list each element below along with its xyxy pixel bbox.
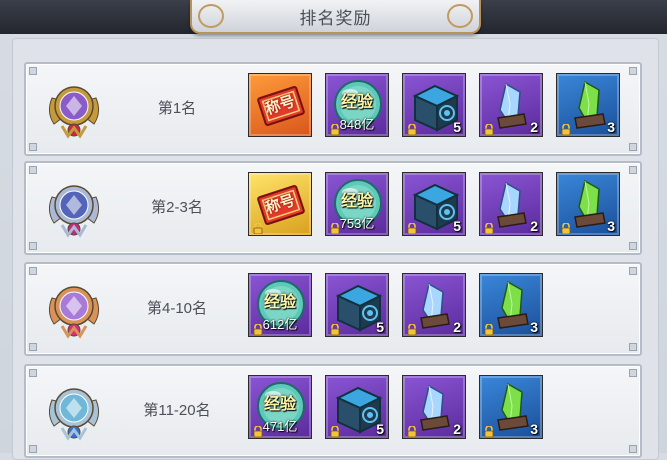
title-token-item[interactable]: 称号 bbox=[248, 172, 312, 236]
corner-rivet bbox=[29, 343, 37, 351]
chest-item[interactable]: 5 bbox=[325, 375, 389, 439]
exp-orb-item[interactable]: 经验 612亿 bbox=[248, 273, 312, 337]
medal-purple-gold-icon bbox=[44, 78, 104, 140]
lock-icon bbox=[407, 322, 417, 336]
corner-rivet bbox=[629, 67, 637, 75]
lock-icon bbox=[484, 322, 494, 336]
reward-items: 称号 经验 848亿 5 2 3 bbox=[248, 73, 620, 137]
chest-item[interactable]: 5 bbox=[402, 172, 466, 236]
crystal-green-item[interactable]: 3 bbox=[479, 375, 543, 439]
item-count: 5 bbox=[376, 319, 384, 335]
crystal-green-item[interactable]: 3 bbox=[479, 273, 543, 337]
lock-icon bbox=[561, 122, 571, 136]
exp-label: 经验 bbox=[263, 294, 296, 311]
reward-items: 经验 612亿 5 2 3 bbox=[248, 273, 543, 337]
exp-orb-item[interactable]: 经验 753亿 bbox=[325, 172, 389, 236]
corner-rivet bbox=[29, 242, 37, 250]
title-plate: 排名奖励 bbox=[190, 0, 481, 34]
corner-rivet bbox=[29, 67, 37, 75]
lock-icon bbox=[407, 122, 417, 136]
lock-icon bbox=[484, 122, 494, 136]
crystal-green-item[interactable]: 3 bbox=[556, 172, 620, 236]
crystal-blue-item[interactable]: 2 bbox=[479, 172, 543, 236]
item-count: 2 bbox=[530, 119, 538, 135]
corner-rivet bbox=[629, 343, 637, 351]
corner-rivet bbox=[29, 143, 37, 151]
reward-row: 第1名 称号 经验 848亿 5 2 3 bbox=[24, 62, 642, 156]
corner-rivet bbox=[629, 445, 637, 453]
corner-rivet bbox=[629, 143, 637, 151]
lock-icon bbox=[561, 221, 571, 235]
item-count: 2 bbox=[530, 218, 538, 234]
lock-icon bbox=[330, 424, 340, 438]
lock-icon bbox=[330, 322, 340, 336]
lock-icon bbox=[253, 221, 263, 235]
title-token-item[interactable]: 称号 bbox=[248, 73, 312, 137]
lock-icon bbox=[330, 122, 340, 136]
reward-row: 第4-10名 经验 612亿 5 2 3 bbox=[24, 262, 642, 356]
exp-label: 经验 bbox=[340, 193, 373, 210]
rank-label: 第1名 bbox=[157, 100, 197, 117]
reward-row: 第2-3名 称号 经验 753亿 5 2 3 bbox=[24, 161, 642, 255]
reward-row: 第11-20名 经验 471亿 5 2 3 bbox=[24, 364, 642, 458]
rank-label: 第4-10名 bbox=[146, 300, 208, 317]
item-count: 3 bbox=[607, 119, 615, 135]
lock-icon bbox=[253, 322, 263, 336]
medal-diamond-silver-icon bbox=[44, 177, 104, 239]
crystal-blue-item[interactable]: 2 bbox=[402, 375, 466, 439]
chest-item[interactable]: 5 bbox=[325, 273, 389, 337]
corner-rivet bbox=[629, 369, 637, 377]
corner-rivet bbox=[629, 267, 637, 275]
lock-icon bbox=[407, 221, 417, 235]
chest-item[interactable]: 5 bbox=[402, 73, 466, 137]
item-count: 5 bbox=[453, 218, 461, 234]
item-count: 3 bbox=[607, 218, 615, 234]
item-count: 2 bbox=[453, 319, 461, 335]
page-title: 排名奖励 bbox=[299, 8, 372, 28]
corner-rivet bbox=[629, 242, 637, 250]
item-count: 5 bbox=[376, 421, 384, 437]
exp-orb-item[interactable]: 经验 848亿 bbox=[325, 73, 389, 137]
item-count: 3 bbox=[530, 421, 538, 437]
corner-rivet bbox=[29, 166, 37, 174]
corner-rivet bbox=[29, 445, 37, 453]
reward-items: 称号 经验 753亿 5 2 3 bbox=[248, 172, 620, 236]
medal-swords-silver-icon bbox=[44, 380, 104, 442]
lock-icon bbox=[484, 221, 494, 235]
crystal-blue-item[interactable]: 2 bbox=[479, 73, 543, 137]
lock-icon bbox=[330, 221, 340, 235]
lock-icon bbox=[407, 424, 417, 438]
corner-rivet bbox=[629, 166, 637, 174]
reward-items: 经验 471亿 5 2 3 bbox=[248, 375, 543, 439]
corner-rivet bbox=[29, 369, 37, 377]
corner-rivet bbox=[29, 267, 37, 275]
rank-label: 第2-3名 bbox=[151, 199, 203, 216]
medal-wings-bronze-icon bbox=[44, 278, 104, 340]
crystal-green-item[interactable]: 3 bbox=[556, 73, 620, 137]
item-count: 3 bbox=[530, 319, 538, 335]
item-count: 2 bbox=[453, 421, 461, 437]
crystal-blue-item[interactable]: 2 bbox=[402, 273, 466, 337]
exp-orb-item[interactable]: 经验 471亿 bbox=[248, 375, 312, 439]
lock-icon bbox=[253, 424, 263, 438]
item-count: 5 bbox=[453, 119, 461, 135]
rank-label: 第11-20名 bbox=[143, 402, 211, 419]
lock-icon bbox=[484, 424, 494, 438]
exp-label: 经验 bbox=[340, 94, 373, 111]
exp-label: 经验 bbox=[263, 396, 296, 413]
